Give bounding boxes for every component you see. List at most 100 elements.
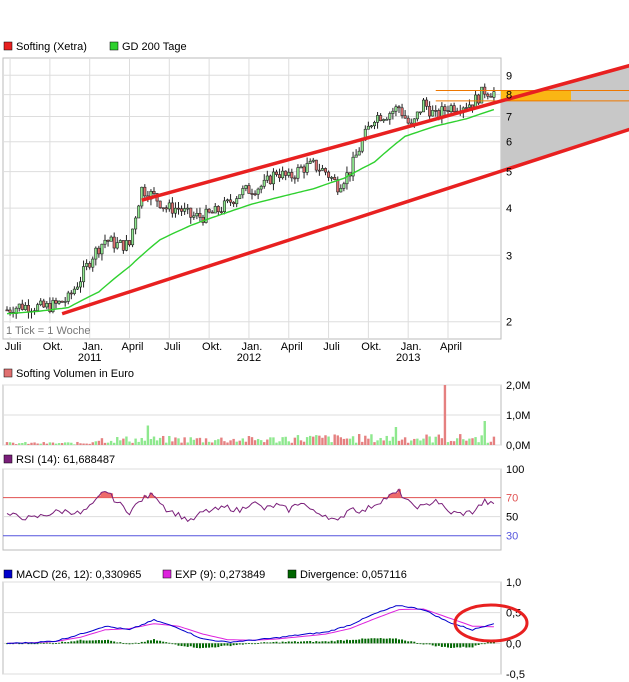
divergence-bar: [122, 643, 125, 645]
candle-body: [256, 188, 260, 195]
volume-bar: [134, 438, 137, 445]
divergence-bar: [324, 641, 327, 644]
candle-body: [219, 211, 223, 213]
candle-body: [180, 208, 184, 212]
candle-body: [278, 174, 282, 179]
volume-bar: [100, 438, 104, 445]
x-year-label: 2012: [237, 352, 261, 364]
divergence-bar: [477, 643, 480, 645]
volume-bar: [201, 442, 205, 445]
candle-body: [446, 110, 450, 113]
volume-bar: [168, 435, 171, 445]
price-x-axis: Juli Okt. Jan. April Juli Okt. Jan. April Juli Ok…: [5, 341, 462, 364]
divergence-bar: [82, 640, 85, 644]
volume-bar: [486, 442, 490, 445]
candle-body: [26, 305, 30, 313]
candle-body: [106, 239, 110, 242]
divergence-bar: [192, 643, 195, 648]
volume-bar: [63, 442, 67, 445]
candle-body: [143, 186, 147, 197]
candle-body: [302, 166, 306, 173]
volume-bar: [477, 442, 480, 445]
macd-path: [6, 605, 495, 644]
divergence-bar: [385, 638, 388, 644]
y-tick-label: 6: [506, 137, 512, 149]
price-candles: [5, 83, 496, 319]
divergence-bar: [73, 641, 76, 644]
divergence-bar: [293, 641, 296, 644]
candle-body: [274, 171, 278, 175]
divergence-bar: [422, 643, 425, 645]
candle-body: [60, 300, 64, 303]
divergence-bar: [97, 640, 100, 644]
volume-bar: [483, 421, 486, 445]
x-tick-label: Juli: [323, 341, 340, 353]
volume-bar: [357, 434, 361, 445]
rsi-grid: [3, 468, 501, 537]
candle-body: [477, 94, 481, 104]
volume-bar: [152, 436, 156, 445]
volume-bar: [158, 437, 162, 445]
candle-body: [216, 206, 220, 212]
candle-body: [336, 179, 340, 193]
divergence-bar: [468, 643, 471, 648]
legend-label-macd: MACD (26, 12): 0,330965: [16, 569, 141, 581]
macd-panel-frame: [2, 581, 502, 675]
volume-bar: [5, 442, 9, 445]
volume-bar: [189, 437, 192, 445]
candle-body: [333, 177, 337, 180]
y-tick-label: 8: [506, 90, 512, 102]
divergence-bar: [303, 641, 306, 644]
divergence-bar: [79, 639, 82, 644]
volume-bar: [459, 434, 462, 445]
volume-bar: [180, 442, 183, 445]
candle-body: [164, 207, 168, 210]
volume-bar: [263, 442, 266, 445]
volume-bar: [351, 436, 355, 445]
divergence-bar: [333, 641, 336, 644]
candle-body: [357, 150, 361, 156]
volume-bar: [394, 427, 398, 445]
divergence-bar: [419, 643, 422, 645]
divergence-bar: [480, 643, 483, 645]
candle-body: [152, 191, 156, 194]
divergence-bar: [189, 643, 192, 647]
divergence-bar: [205, 643, 208, 648]
volume-bar: [238, 440, 241, 445]
volume-bar: [186, 442, 189, 445]
volume-bar: [177, 438, 180, 445]
volume-bar: [67, 442, 70, 445]
candle-body: [425, 99, 429, 107]
volume-bar: [354, 442, 358, 445]
volume-bar: [85, 443, 88, 445]
divergence-bar: [394, 638, 397, 644]
volume-bar: [33, 442, 36, 445]
volume-bar: [312, 436, 315, 445]
divergence-bar: [94, 640, 97, 644]
candle-body: [366, 125, 370, 130]
candle-body: [259, 185, 263, 190]
candle-body: [397, 106, 401, 109]
volume-bar: [116, 437, 119, 445]
candle-body: [109, 236, 113, 242]
candle-body: [8, 309, 12, 313]
candle-body: [394, 106, 398, 112]
divergence-bar: [211, 643, 214, 648]
legend-label-gd200: GD 200 Tage: [122, 41, 187, 53]
candle-body: [63, 301, 67, 303]
candle-body: [403, 115, 407, 119]
volume-bar: [24, 442, 27, 445]
divergence-bar: [85, 640, 88, 644]
divergence-bar: [431, 643, 434, 646]
divergence-bar: [137, 643, 140, 644]
volume-bar: [109, 440, 113, 445]
divergence-bar: [266, 642, 269, 644]
volume-bar: [183, 437, 186, 445]
volume-bar: [119, 440, 122, 445]
volume-bar: [290, 442, 294, 445]
legend-label-divergence: Divergence: 0,057116: [300, 569, 407, 581]
divergence-bar: [257, 643, 260, 644]
divergence-bar: [125, 643, 128, 645]
candle-body: [474, 94, 478, 109]
volume-bar: [244, 441, 248, 445]
